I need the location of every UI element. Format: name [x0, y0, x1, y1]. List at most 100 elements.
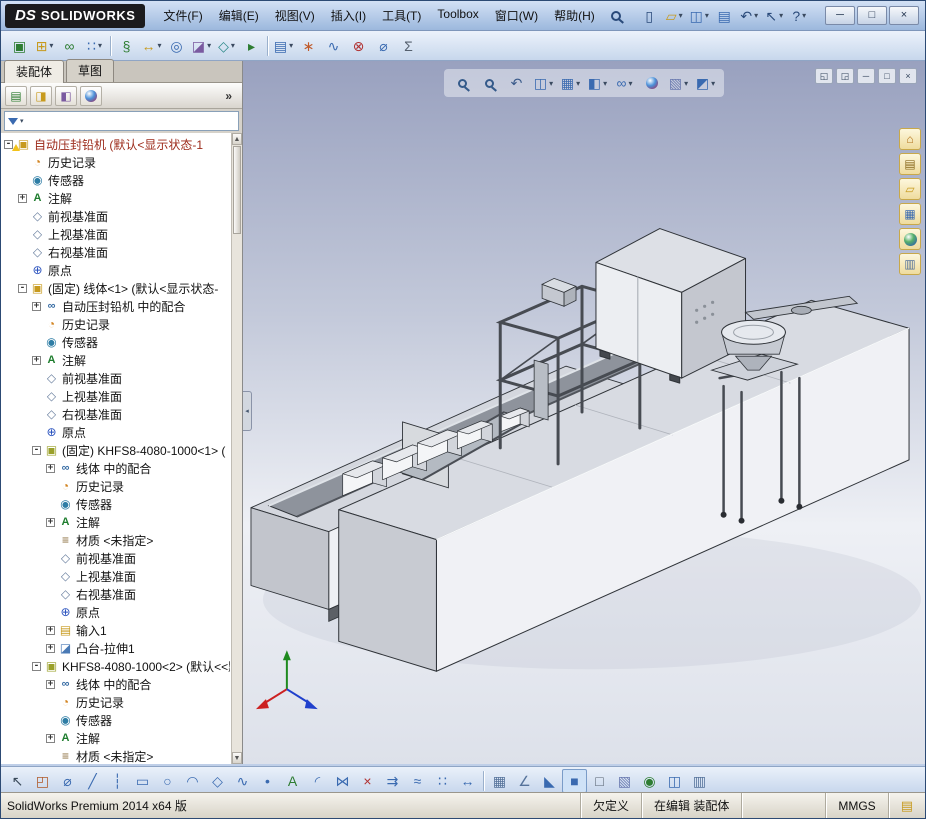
tree-item[interactable]: 上视基准面	[1, 387, 230, 405]
print-button[interactable]: ▤	[712, 4, 737, 28]
menu-insert[interactable]: 插入(I)	[323, 3, 374, 28]
design-library-button[interactable]: ▤	[899, 153, 921, 175]
tree-expander[interactable]	[46, 643, 55, 653]
tree-item[interactable]: 前视基准面	[1, 207, 230, 225]
camera-views-button[interactable]: ◉	[637, 769, 662, 793]
hidden-lines-button[interactable]: □	[587, 769, 612, 793]
tree-item[interactable]: 历史记录	[1, 693, 230, 711]
tree-expander[interactable]	[32, 355, 41, 365]
tree-expander[interactable]	[32, 661, 41, 671]
view-palette-button[interactable]: ▦	[899, 203, 921, 225]
tree-item[interactable]: 注解	[1, 189, 230, 207]
trim-entities-button[interactable]: ×	[355, 769, 380, 793]
linear-sketch-pattern-button[interactable]: ∷	[430, 769, 455, 793]
mate-button[interactable]: ∞	[57, 34, 82, 58]
tree-item[interactable]: (固定) 线体<1> (默认<显示状态-	[1, 279, 230, 297]
offset-entities-button[interactable]: ≈	[405, 769, 430, 793]
tree-item[interactable]: 注解	[1, 351, 230, 369]
tab-sketch[interactable]: 草图	[66, 59, 115, 82]
solidworks-resources-button[interactable]: ⌂	[899, 128, 921, 150]
tree-expander[interactable]	[46, 679, 55, 689]
exploded-view-button[interactable]: ∗	[296, 34, 321, 58]
configurationmanager-tab-button[interactable]: ◧	[55, 85, 77, 106]
custom-properties-button[interactable]: ▥	[899, 253, 921, 275]
tree-item[interactable]: 自动压封铅机 (默认<显示状态-1	[1, 135, 230, 153]
propertymanager-tab-button[interactable]: ◨	[30, 85, 52, 106]
select-button[interactable]: ↖	[762, 4, 787, 28]
move-entities-button[interactable]: ↔	[455, 769, 480, 793]
toolbar-button[interactable]	[110, 35, 111, 56]
design-table-button[interactable]: ▥	[687, 769, 712, 793]
new-motion-study-button[interactable]: ▸	[239, 34, 264, 58]
tree-item[interactable]: 原点	[1, 603, 230, 621]
new-document-button[interactable]: ▯	[637, 4, 662, 28]
tree-item[interactable]: 注解	[1, 513, 230, 531]
tree-item[interactable]: (固定) KHFS8-4080-1000<1> (	[1, 441, 230, 459]
maximize-button[interactable]: □	[857, 6, 887, 25]
tree-item[interactable]: 上视基准面	[1, 567, 230, 585]
menu-help[interactable]: 帮助(H)	[546, 3, 603, 28]
mass-properties-button[interactable]: Σ	[396, 34, 421, 58]
tree-item[interactable]: 传感器	[1, 711, 230, 729]
assembly-features-button[interactable]: ◪	[189, 34, 214, 58]
convert-entities-button[interactable]: ⇉	[380, 769, 405, 793]
tree-item[interactable]: 原点	[1, 423, 230, 441]
edit-component-button[interactable]: ▣	[7, 34, 32, 58]
linear-component-pattern-button[interactable]: ∷	[82, 34, 107, 58]
tree-item[interactable]: 原点	[1, 261, 230, 279]
apply-scene-button[interactable]: ▧	[666, 71, 691, 95]
view-settings-button[interactable]: ◩	[693, 71, 718, 95]
scrollbar-thumb[interactable]	[233, 146, 241, 234]
tree-expander[interactable]	[32, 445, 41, 455]
tree-item[interactable]: 注解	[1, 729, 230, 747]
doc-minimize-button[interactable]: ─	[857, 68, 875, 84]
tree-item[interactable]: 传感器	[1, 333, 230, 351]
mirror-entities-button[interactable]: ⋈	[330, 769, 355, 793]
select-button[interactable]: ↖	[5, 769, 30, 793]
insert-components-button[interactable]: ⊞	[32, 34, 57, 58]
interference-detection-button[interactable]: ⊗	[346, 34, 371, 58]
toolbar-button[interactable]	[483, 770, 484, 791]
hide-show-items-button[interactable]: ∞	[612, 71, 637, 95]
menu-edit[interactable]: 编辑(E)	[211, 3, 267, 28]
scrollbar-track[interactable]	[232, 235, 242, 752]
sketch-fillet-button[interactable]: ◜	[305, 769, 330, 793]
tree-item[interactable]: 材质 <未指定>	[1, 747, 230, 764]
appearances-scenes-button[interactable]: ●	[899, 228, 921, 250]
units-indicator[interactable]: MMGS	[825, 793, 887, 818]
tree-expander[interactable]	[18, 193, 27, 203]
explode-line-sketch-button[interactable]: ∿	[321, 34, 346, 58]
tree-item[interactable]: 线体 中的配合	[1, 459, 230, 477]
undo-button[interactable]: ↶	[737, 4, 762, 28]
move-component-button[interactable]: ↔	[139, 34, 164, 58]
tree-expander[interactable]	[46, 463, 55, 473]
scrollbar-up-button[interactable]: ▲	[232, 133, 242, 145]
featuremanager-tab-button[interactable]: ▤	[5, 85, 27, 106]
tree-expander[interactable]	[46, 733, 55, 743]
rectangle-button[interactable]: ▭	[130, 769, 155, 793]
previous-view-button[interactable]: ↶	[504, 71, 529, 95]
minimize-button[interactable]: ─	[825, 6, 855, 25]
toolbar-button[interactable]	[267, 35, 268, 56]
expand-panel-button[interactable]: »	[219, 89, 238, 103]
apply-scene-button[interactable]: ▧	[612, 769, 637, 793]
tree-item[interactable]: 历史记录	[1, 153, 230, 171]
save-button[interactable]: ◫	[687, 4, 712, 28]
tree-item[interactable]: 右视基准面	[1, 405, 230, 423]
polygon-button[interactable]: ◇	[205, 769, 230, 793]
tree-item[interactable]: 上视基准面	[1, 225, 230, 243]
model-3d-view[interactable]	[243, 61, 925, 764]
doc-close-button[interactable]: ×	[899, 68, 917, 84]
graphics-area[interactable]: ↶ ◫ ▦ ◧ ∞	[243, 61, 925, 764]
close-button[interactable]: ×	[889, 6, 919, 25]
snap-angle-button[interactable]: ∠	[512, 769, 537, 793]
menu-toolbox[interactable]: Toolbox	[429, 3, 486, 28]
open-button[interactable]: ▱	[662, 4, 687, 28]
edit-appearance-button[interactable]: ●	[639, 71, 664, 95]
zoom-to-fit-button[interactable]	[450, 71, 475, 95]
tree-item[interactable]: 右视基准面	[1, 243, 230, 261]
doc-restore-button[interactable]: □	[878, 68, 896, 84]
arc-button[interactable]: ◠	[180, 769, 205, 793]
panel-splitter[interactable]: ◂	[243, 391, 252, 431]
tree-item[interactable]: 传感器	[1, 171, 230, 189]
